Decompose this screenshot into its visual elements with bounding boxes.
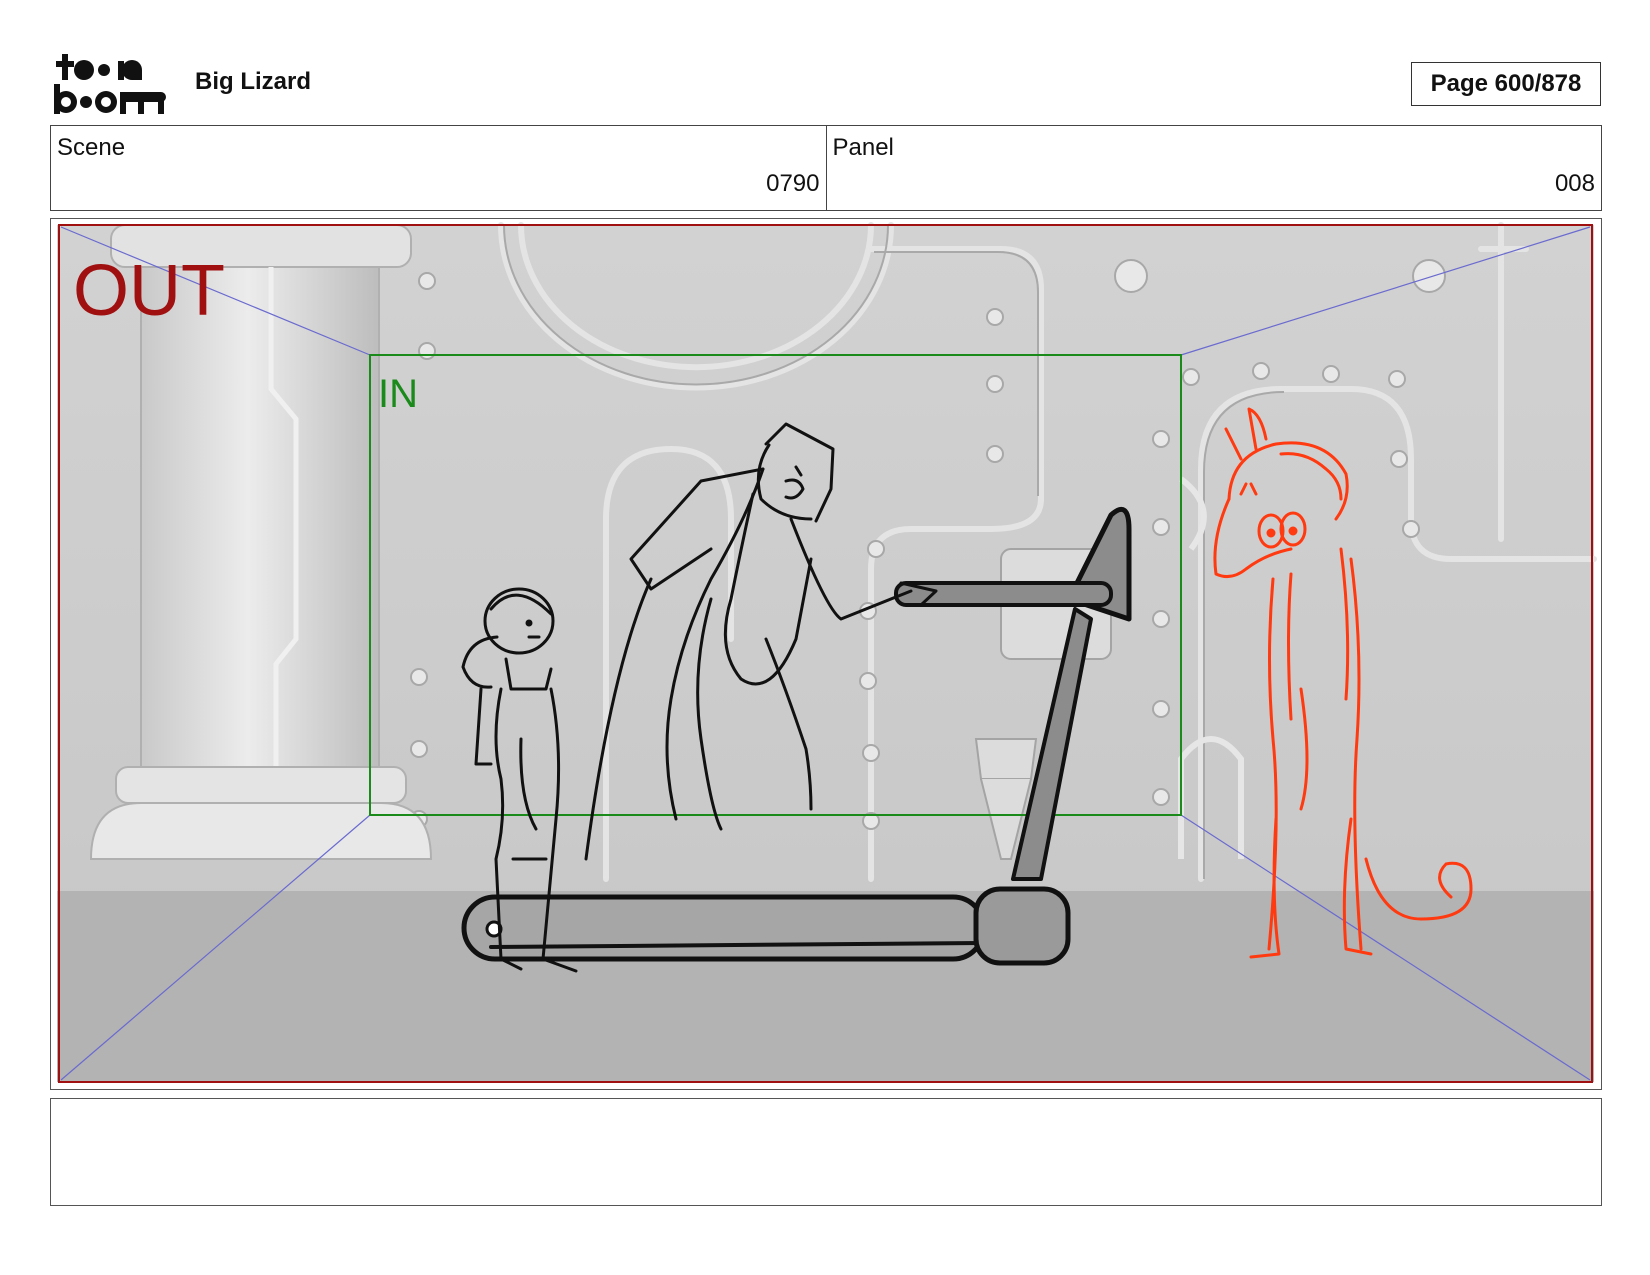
out-label: OUT	[73, 251, 225, 331]
toon-boom-logo	[54, 54, 166, 114]
scene-number: 0790	[766, 170, 820, 197]
scene-label: Scene	[57, 134, 126, 161]
panel-notes-box	[50, 1098, 1602, 1206]
page-number-badge: Page 600/878	[1411, 62, 1601, 106]
panel-cell: Panel 008	[825, 126, 1602, 210]
scene-cell: Scene 0790	[51, 126, 826, 210]
scene-panel-info: Scene 0790 Panel 008	[50, 125, 1602, 211]
project-title: Big Lizard	[195, 68, 312, 95]
in-label: IN	[378, 372, 418, 416]
panel-label: Panel	[832, 134, 894, 161]
storyboard-panel: OUT IN	[50, 218, 1602, 1090]
panel-artwork: OUT IN	[57, 222, 1597, 1083]
panel-number: 008	[1554, 170, 1595, 197]
